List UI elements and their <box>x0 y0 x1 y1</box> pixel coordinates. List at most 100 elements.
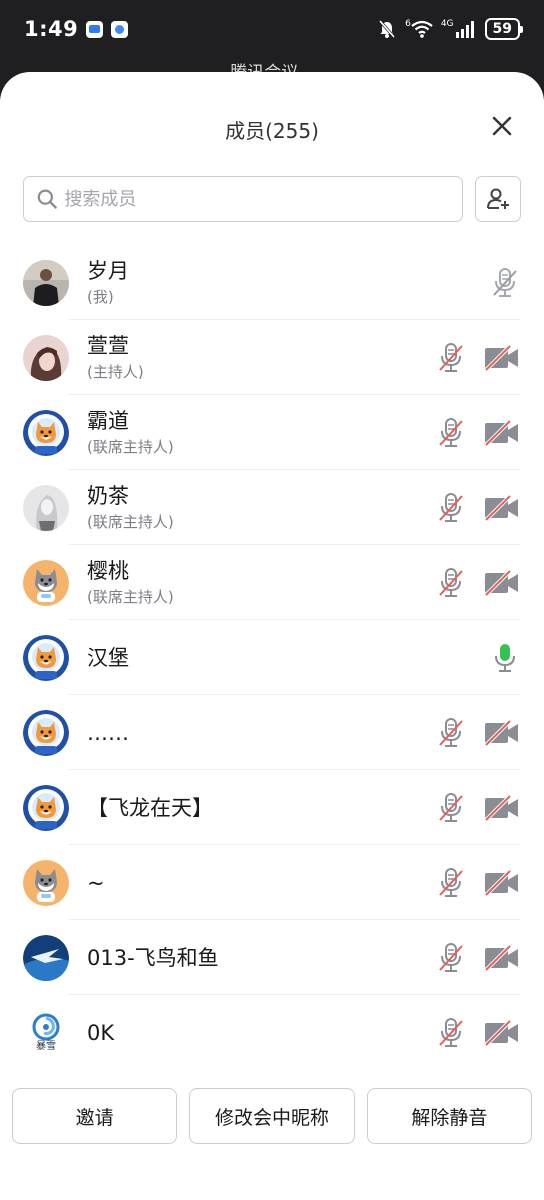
member-name: 汉堡 <box>87 645 129 670</box>
member-row[interactable]: 樱桃 (联席主持人) <box>0 545 544 620</box>
mic-toggle[interactable] <box>434 791 468 825</box>
video-toggle[interactable] <box>482 941 522 975</box>
member-row[interactable]: 奶茶 (联席主持人) <box>0 470 544 545</box>
member-status-icons <box>434 941 522 975</box>
signal-icon <box>455 21 474 38</box>
video-off-icon <box>484 794 518 821</box>
invite-button[interactable]: 邀请 <box>12 1088 178 1144</box>
avatar <box>23 484 69 531</box>
battery-indicator: 59 <box>484 18 524 40</box>
member-role: (我) <box>87 288 114 306</box>
video-off-icon <box>484 569 518 596</box>
member-text: …… <box>87 720 129 746</box>
mic-muted-icon <box>439 717 463 747</box>
member-role: (联席主持人) <box>87 438 174 456</box>
notification-app-icon <box>86 20 104 38</box>
member-status-icons <box>488 266 522 300</box>
member-status-icons <box>434 791 522 825</box>
gray-photo-avatar-art <box>23 484 69 531</box>
member-row[interactable]: 【飞龙在天】 <box>0 770 544 845</box>
mic-toggle[interactable] <box>434 416 468 450</box>
member-text: 岁月 (我) <box>87 258 129 307</box>
footer-actions: 邀请 修改会中昵称 解除静音 <box>0 1072 544 1200</box>
status-time: 1:49 <box>24 17 79 41</box>
mic-muted-icon <box>439 1017 463 1047</box>
avatar <box>23 334 69 381</box>
mic-toggle[interactable] <box>434 566 468 600</box>
member-row[interactable]: …… <box>0 695 544 770</box>
unmute-all-button[interactable]: 解除静音 <box>366 1088 532 1144</box>
wifi-icon <box>411 20 433 38</box>
rename-button[interactable]: 修改会中昵称 <box>189 1088 355 1144</box>
video-toggle[interactable] <box>482 341 522 375</box>
shiba-astronaut-avatar-art <box>23 784 69 831</box>
shiba-orange-avatar-art <box>23 559 69 606</box>
member-status-icons <box>434 866 522 900</box>
member-name: 0K <box>87 1020 115 1045</box>
member-name: 013-飞鸟和鱼 <box>87 945 219 970</box>
notification-app-icon-2 <box>111 20 129 38</box>
shiba-astronaut-avatar-art <box>23 634 69 681</box>
mic-on-icon <box>495 643 515 672</box>
close-button[interactable] <box>490 114 514 138</box>
member-status-icons <box>488 641 522 675</box>
member-row[interactable]: 汉堡 <box>0 620 544 695</box>
mic-toggle[interactable] <box>488 641 522 675</box>
member-row[interactable]: 霸道 (联席主持人) <box>0 395 544 470</box>
video-toggle[interactable] <box>482 416 522 450</box>
video-off-icon <box>484 494 518 521</box>
member-row[interactable]: 萱萱 (主持人) <box>0 320 544 395</box>
video-off-icon <box>484 419 518 446</box>
member-row[interactable]: 013-飞鸟和鱼 <box>0 920 544 995</box>
mic-toggle[interactable] <box>434 1016 468 1050</box>
member-list: 岁月 (我) 萱萱 (主持人) 霸道 (联席主持人) 奶茶 (联席主持人) 樱桃 (联席主持人) 汉… <box>0 245 544 1070</box>
member-text: 0K <box>87 1020 114 1046</box>
search-row <box>23 176 521 222</box>
search-box[interactable] <box>23 176 463 222</box>
member-name: 岁月 <box>87 259 129 283</box>
video-toggle[interactable] <box>482 866 522 900</box>
mic-toggle[interactable] <box>434 491 468 525</box>
video-toggle[interactable] <box>482 491 522 525</box>
add-member-button[interactable] <box>475 176 521 222</box>
avatar <box>23 559 69 606</box>
member-status-icons <box>434 566 522 600</box>
mic-toggle[interactable] <box>434 941 468 975</box>
video-toggle[interactable] <box>482 791 522 825</box>
avatar <box>23 409 69 456</box>
member-text: 013-飞鸟和鱼 <box>87 945 219 971</box>
mic-toggle[interactable] <box>434 716 468 750</box>
mic-toggle[interactable] <box>488 266 522 300</box>
mic-muted-icon <box>439 417 463 447</box>
mic-muted-icon <box>493 267 517 297</box>
member-row[interactable]: 暴雪 0K <box>0 995 544 1070</box>
search-icon <box>37 189 57 209</box>
video-off-icon <box>484 1019 518 1046</box>
bird-avatar-art <box>23 934 69 981</box>
sheet-title: 成员(255) <box>225 119 319 143</box>
mic-muted-icon <box>439 867 463 897</box>
member-text: 樱桃 (联席主持人) <box>87 558 174 607</box>
video-toggle[interactable] <box>482 566 522 600</box>
status-bar: 1:49 6 4G 59 <box>0 0 544 58</box>
video-toggle[interactable] <box>482 1016 522 1050</box>
member-name: 奶茶 <box>87 484 129 508</box>
sheet-header: 成员(255) <box>0 72 544 222</box>
status-icons: 6 4G 59 <box>377 0 524 58</box>
member-row[interactable]: ~ <box>0 845 544 920</box>
video-off-icon <box>484 944 518 971</box>
member-row[interactable]: 岁月 (我) <box>0 245 544 320</box>
avatar <box>23 859 69 906</box>
member-status-icons <box>434 416 522 450</box>
shiba-astronaut-avatar-art <box>23 709 69 756</box>
search-input[interactable] <box>64 188 462 210</box>
member-name: …… <box>87 720 129 745</box>
shiba-astronaut-avatar-art <box>23 409 69 456</box>
video-toggle[interactable] <box>482 716 522 750</box>
mic-muted-icon <box>439 492 463 522</box>
member-status-icons <box>434 716 522 750</box>
member-name: 萱萱 <box>87 334 129 358</box>
mic-toggle[interactable] <box>434 341 468 375</box>
mic-toggle[interactable] <box>434 866 468 900</box>
video-off-icon <box>484 719 518 746</box>
